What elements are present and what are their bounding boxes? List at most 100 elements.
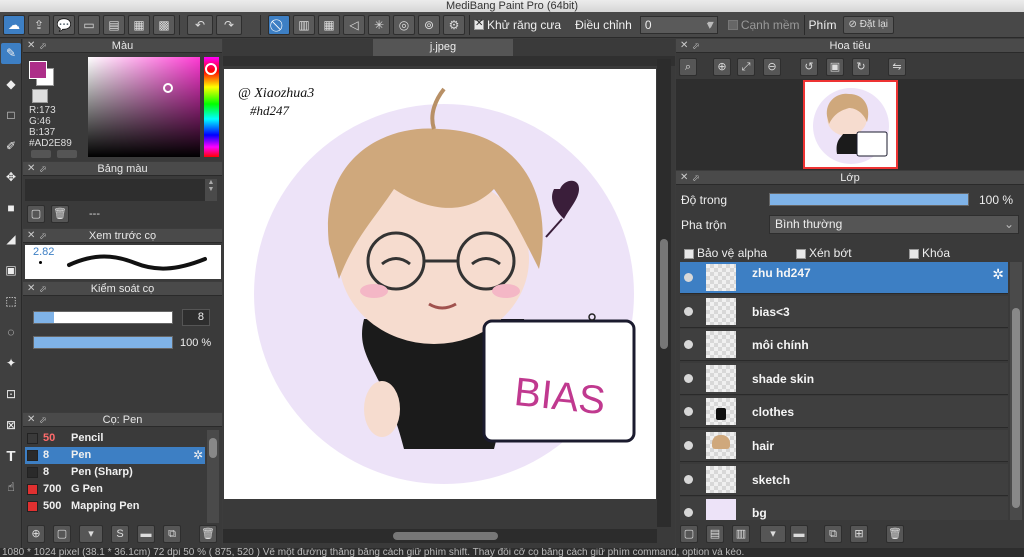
- canvas-vertical-scrollbar[interactable]: [657, 59, 671, 527]
- close-icon[interactable]: ✕: [27, 229, 35, 243]
- smooth-edge-checkbox[interactable]: [727, 19, 738, 30]
- text-tool-icon[interactable]: T: [1, 446, 21, 467]
- layer-list-scrollbar[interactable]: [1010, 262, 1022, 520]
- snap-concentric-icon[interactable]: ⊚: [418, 14, 440, 35]
- vertical-scroll-thumb[interactable]: [660, 239, 668, 349]
- brush-item[interactable]: 8 Pen ✲: [25, 447, 205, 464]
- pin-icon[interactable]: ⬀: [39, 229, 47, 243]
- snap-radial-icon[interactable]: ✳: [368, 14, 390, 35]
- hue-slider[interactable]: [204, 57, 219, 157]
- swatch-scrollbar[interactable]: ▲ ▼: [205, 179, 217, 201]
- layer-row[interactable]: môi chính: [680, 329, 1008, 361]
- protect-alpha-option[interactable]: Bảo vệ alpha: [684, 246, 767, 260]
- layer-row[interactable]: sketch: [680, 464, 1008, 496]
- antialias-checkbox[interactable]: ✕: [474, 18, 484, 30]
- protect-alpha-checkbox[interactable]: [684, 248, 694, 259]
- delete-layer-icon[interactable]: 🗑: [886, 525, 904, 543]
- fill-rect-tool-icon[interactable]: ■: [1, 198, 21, 219]
- brush-script-icon[interactable]: S: [111, 525, 129, 543]
- adjust-select[interactable]: 0: [639, 15, 718, 34]
- new-halftone-layer-icon[interactable]: ▤: [706, 525, 724, 543]
- new-brush-icon[interactable]: ▢: [53, 525, 71, 543]
- visibility-eye-icon[interactable]: [684, 508, 693, 517]
- foreground-color-swatch[interactable]: [29, 61, 47, 79]
- layer-row[interactable]: bg: [680, 497, 1008, 520]
- brush-delete-icon[interactable]: 🗑: [199, 525, 217, 543]
- undo-icon[interactable]: ↶: [187, 14, 213, 35]
- visibility-eye-icon[interactable]: [684, 475, 693, 484]
- clipping-checkbox[interactable]: [796, 248, 806, 259]
- brush-item[interactable]: 8 Pen (Sharp): [25, 464, 205, 481]
- brush-item[interactable]: 700 G Pen: [25, 481, 205, 498]
- layer-settings-icon[interactable]: ✲: [992, 266, 1004, 283]
- swatch-grid[interactable]: [25, 179, 217, 201]
- lock-option[interactable]: Khóa: [909, 246, 950, 260]
- visibility-eye-icon[interactable]: [684, 374, 693, 383]
- snap-settings-icon[interactable]: ⚙: [443, 14, 465, 35]
- pin-icon[interactable]: ⬀: [39, 413, 47, 427]
- visibility-eye-icon[interactable]: [684, 307, 693, 316]
- chat-icon[interactable]: ▭: [78, 14, 100, 35]
- close-icon[interactable]: ✕: [680, 39, 688, 53]
- share-icon[interactable]: ⇪: [28, 14, 50, 35]
- magic-wand-tool-icon[interactable]: ✦: [1, 353, 21, 374]
- layer-row[interactable]: hair: [680, 430, 1008, 462]
- close-icon[interactable]: ✕: [680, 171, 688, 185]
- hue-cursor[interactable]: [205, 63, 217, 75]
- lock-checkbox[interactable]: [909, 248, 919, 259]
- zoom-out-icon[interactable]: ⊖: [763, 58, 781, 76]
- gradient-tool-icon[interactable]: ▣: [1, 260, 21, 281]
- clipping-option[interactable]: Xén bớt: [796, 246, 852, 260]
- new-layer-icon[interactable]: ▢: [680, 525, 698, 543]
- pin-icon[interactable]: ⬀: [692, 39, 700, 53]
- pin-icon[interactable]: ⬀: [692, 171, 700, 185]
- rotate-left-icon[interactable]: ↺: [800, 58, 818, 76]
- navigator-thumbnail[interactable]: [803, 80, 898, 169]
- page-icon[interactable]: ▤: [103, 14, 125, 35]
- operation-tool-icon[interactable]: ☝: [1, 477, 21, 498]
- zoom-in-icon[interactable]: ⊕: [713, 58, 731, 76]
- visibility-eye-icon[interactable]: [684, 441, 693, 450]
- layer-row[interactable]: bias<3: [680, 296, 1008, 328]
- brush-size-slider[interactable]: [33, 311, 173, 324]
- page-manager-icon[interactable]: ▦: [128, 14, 150, 35]
- snap-grid-icon[interactable]: ▦: [318, 14, 340, 35]
- brush-menu-icon[interactable]: ▾: [79, 525, 103, 543]
- layer-row[interactable]: shade skin: [680, 363, 1008, 395]
- color-picker-cursor[interactable]: [163, 83, 173, 93]
- reset-rotation-icon[interactable]: ▣: [826, 58, 844, 76]
- close-icon[interactable]: ✕: [27, 162, 35, 176]
- blend-mode-select[interactable]: Bình thường ⌄: [769, 215, 1019, 234]
- select-tool-icon[interactable]: ⬚: [1, 291, 21, 312]
- saturation-value-picker[interactable]: [88, 57, 200, 157]
- rect-select-tool-icon[interactable]: □: [1, 105, 21, 126]
- brush-folder-icon[interactable]: ▬: [137, 525, 155, 543]
- close-icon[interactable]: ✕: [27, 39, 35, 53]
- redo-icon[interactable]: ↷: [216, 14, 242, 35]
- grid-icon[interactable]: ▩: [153, 14, 175, 35]
- canvas-horizontal-scrollbar[interactable]: [223, 529, 657, 543]
- visibility-eye-icon[interactable]: [684, 407, 693, 416]
- pin-icon[interactable]: ⬀: [39, 162, 47, 176]
- color-mode-button-2[interactable]: [57, 150, 77, 158]
- delete-swatch-icon[interactable]: 🗑: [51, 205, 69, 223]
- zoom-search-icon[interactable]: ⌕: [679, 58, 697, 76]
- brush-item[interactable]: 500 Mapping Pen: [25, 498, 205, 515]
- brush-item[interactable]: 50 Pencil: [25, 430, 205, 447]
- horizontal-scroll-thumb[interactable]: [393, 532, 498, 540]
- brush-settings-icon[interactable]: ✲: [193, 447, 203, 464]
- document-tab[interactable]: j.jpeg: [373, 39, 513, 56]
- dot-tool-icon[interactable]: ✐: [1, 136, 21, 157]
- duplicate-layer-icon[interactable]: ⧉: [824, 525, 842, 543]
- color-mode-button-1[interactable]: [31, 150, 51, 158]
- visibility-eye-icon[interactable]: [684, 273, 693, 282]
- brush-tool-icon[interactable]: ✎: [1, 43, 21, 64]
- snap-circle-icon[interactable]: ◎: [393, 14, 415, 35]
- select-eraser-tool-icon[interactable]: ⊠: [1, 415, 21, 436]
- layer-menu-icon[interactable]: ▾: [760, 525, 786, 543]
- lasso-tool-icon[interactable]: ◌: [1, 322, 21, 343]
- comment-icon[interactable]: 💬: [53, 14, 75, 35]
- visibility-eye-icon[interactable]: [684, 340, 693, 349]
- brush-size-field[interactable]: 8: [182, 309, 210, 326]
- close-icon[interactable]: ✕: [27, 413, 35, 427]
